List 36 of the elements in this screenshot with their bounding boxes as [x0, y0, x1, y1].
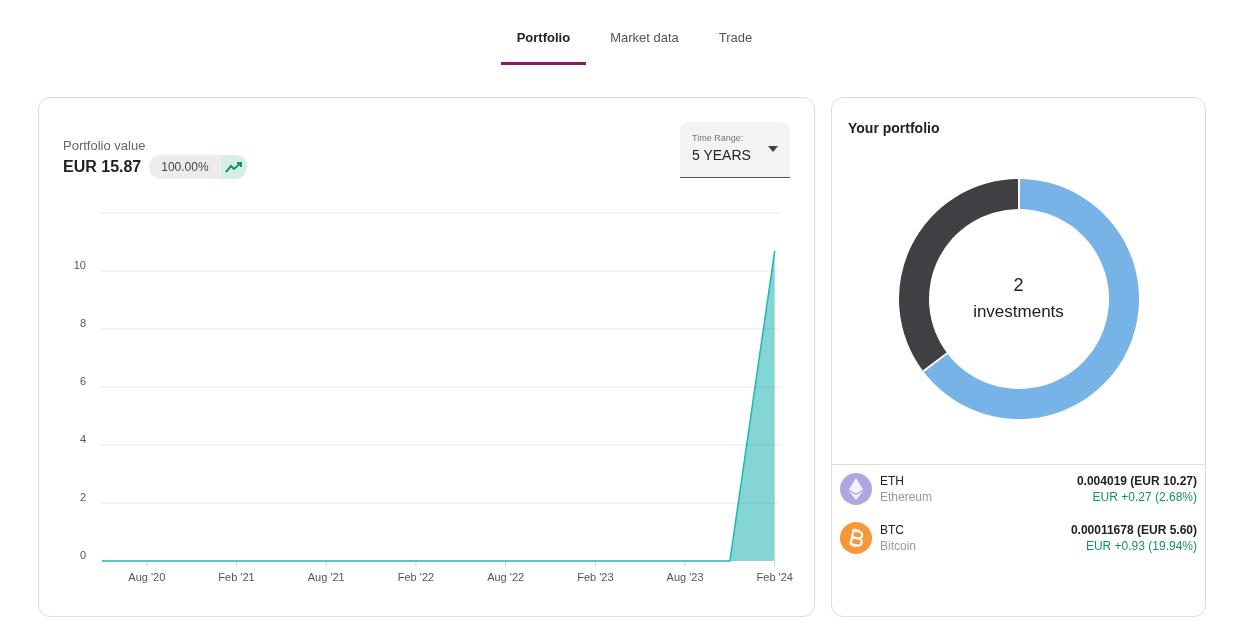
diamond-coin-icon [840, 472, 872, 505]
portfolio-title: Your portfolio [847, 118, 941, 138]
holding-change: EUR +0.93 (19.94%) [1085, 537, 1197, 554]
holding-change: EUR +0.27 (2.68%) [1092, 488, 1197, 505]
y-axis-label: 10 [73, 259, 86, 271]
x-axis-label: Feb '23 [577, 571, 614, 583]
holding-amount: 0.00011678 (EUR 5.60) [1070, 521, 1197, 538]
x-axis-label: Aug '22 [487, 571, 525, 583]
x-axis-label: Feb '24 [756, 571, 793, 583]
x-axis-label: Aug '20 [128, 571, 166, 583]
y-axis-label: 2 [79, 491, 86, 503]
portfolio-value: EUR 15.87 [63, 157, 142, 177]
y-axis-label: 0 [79, 549, 86, 561]
x-axis-label: Aug '23 [666, 571, 704, 583]
coin-symbol: BTC [880, 521, 905, 538]
coin-symbol: ETH [880, 472, 905, 489]
tab[interactable]: Trade [702, 24, 769, 65]
bitcoin-coin-icon [840, 521, 872, 554]
investment-count: 2 [1013, 274, 1024, 298]
tab[interactable]: Market data [594, 24, 695, 65]
trend-up-icon [224, 161, 243, 173]
holding-amount: 0.004019 (EUR 10.27) [1076, 472, 1197, 489]
x-axis-label: Feb '22 [397, 571, 435, 583]
caret-icon [768, 146, 778, 152]
coin-name: Bitcoin [880, 537, 917, 554]
time-range-dropdown[interactable]: Time Range: 5 YEARS [680, 121, 790, 178]
portfolio-value-label: Portfolio value [63, 136, 147, 155]
investment-count-label: investments [973, 301, 1064, 324]
y-axis-label: 6 [79, 375, 86, 387]
x-axis-label: Aug '21 [307, 571, 345, 583]
change-percent: 100.00% [160, 159, 210, 176]
x-axis-label: Feb '21 [218, 571, 255, 583]
tab[interactable]: Portfolio [500, 24, 587, 65]
y-axis-label: 8 [79, 317, 86, 329]
y-axis-label: 4 [79, 433, 86, 445]
coin-name: Ethereum [880, 488, 933, 505]
